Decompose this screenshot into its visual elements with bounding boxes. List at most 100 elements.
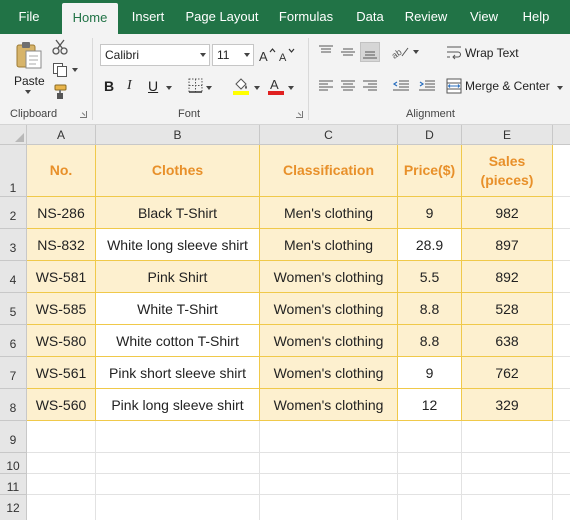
empty-cell[interactable] [27,421,96,453]
font-launcher-icon[interactable] [296,111,303,118]
row-header-4[interactable]: 4 [0,261,27,293]
middle-align-icon[interactable] [340,44,356,60]
empty-cell[interactable] [553,474,570,495]
table-cell[interactable]: 5.5 [398,261,462,293]
empty-cell[interactable] [462,495,553,520]
empty-cell[interactable] [553,293,570,325]
font-color-icon[interactable]: A [268,76,284,96]
row-header-1[interactable]: 1 [0,145,27,197]
empty-cell[interactable] [553,197,570,229]
tab-page-layout[interactable]: Page Layout [180,0,264,34]
table-cell[interactable]: Men's clothing [260,197,398,229]
table-cell[interactable]: Black T-Shirt [96,197,260,229]
table-cell[interactable]: White cotton T-Shirt [96,325,260,357]
empty-cell[interactable] [260,421,398,453]
bold-icon[interactable]: B [104,78,118,94]
table-cell[interactable]: 638 [462,325,553,357]
tab-help[interactable]: Help [514,0,558,34]
header-cell-price[interactable]: Price($) [398,145,462,197]
merge-center-button[interactable]: Merge & Center [465,79,550,93]
empty-cell[interactable] [260,474,398,495]
empty-cell[interactable] [553,325,570,357]
header-cell-classification[interactable]: Classification [260,145,398,197]
table-cell[interactable]: 8.8 [398,293,462,325]
empty-cell[interactable] [553,421,570,453]
table-cell[interactable]: Women's clothing [260,261,398,293]
table-cell[interactable]: Pink long sleeve shirt [96,389,260,421]
column-header-c[interactable]: C [260,125,398,145]
empty-cell[interactable] [553,389,570,421]
font-name-select[interactable]: Calibri [100,44,210,66]
column-header-d[interactable]: D [398,125,462,145]
empty-cell[interactable] [27,495,96,520]
empty-cell[interactable] [27,453,96,474]
tab-insert[interactable]: Insert [124,0,172,34]
tab-data[interactable]: Data [348,0,392,34]
wrap-text-button[interactable]: Wrap Text [465,46,519,60]
table-cell[interactable]: 892 [462,261,553,293]
tab-formulas[interactable]: Formulas [272,0,340,34]
bottom-align-icon[interactable] [360,42,380,62]
row-header-2[interactable]: 2 [0,197,27,229]
header-cell-sales[interactable]: Sales (pieces) [462,145,553,197]
table-cell[interactable]: 9 [398,197,462,229]
empty-cell[interactable] [553,229,570,261]
empty-cell[interactable] [398,453,462,474]
empty-cell[interactable] [96,421,260,453]
empty-cell[interactable] [96,495,260,520]
clipboard-launcher-icon[interactable] [80,111,87,118]
empty-cell[interactable] [553,357,570,389]
table-cell[interactable]: Women's clothing [260,325,398,357]
italic-icon[interactable]: I [127,78,141,94]
underline-icon[interactable]: U [148,78,162,94]
wrap-text-icon[interactable] [446,44,462,60]
table-cell[interactable]: 982 [462,197,553,229]
row-header-3[interactable]: 3 [0,229,27,261]
copy-dropdown-icon[interactable] [72,68,78,72]
table-cell[interactable]: WS-561 [27,357,96,389]
column-header-e[interactable]: E [462,125,553,145]
borders-dropdown-icon[interactable] [206,86,212,90]
table-cell[interactable]: White long sleeve shirt [96,229,260,261]
empty-cell[interactable] [96,453,260,474]
orientation-icon[interactable]: ab [390,44,410,61]
copy-icon[interactable] [52,62,68,78]
tab-view[interactable]: View [462,0,506,34]
empty-cell[interactable] [462,453,553,474]
merge-center-icon[interactable] [446,78,462,94]
fill-color-icon[interactable] [232,76,250,96]
table-cell[interactable]: 762 [462,357,553,389]
table-cell[interactable]: NS-832 [27,229,96,261]
row-header-9[interactable]: 9 [0,421,27,453]
empty-cell[interactable] [553,495,570,520]
empty-cell[interactable] [260,495,398,520]
cut-icon[interactable] [52,39,68,55]
merge-center-dropdown-icon[interactable] [557,86,563,90]
empty-cell[interactable] [27,474,96,495]
empty-cell[interactable] [553,261,570,293]
font-size-select[interactable]: 11 [212,44,254,66]
column-header-a[interactable]: A [27,125,96,145]
empty-cell[interactable] [553,145,570,197]
header-cell-no[interactable]: No. [27,145,96,197]
empty-cell[interactable] [462,474,553,495]
underline-dropdown-icon[interactable] [166,86,172,90]
table-cell[interactable]: Women's clothing [260,357,398,389]
align-left-icon[interactable] [318,78,334,94]
table-cell[interactable]: WS-580 [27,325,96,357]
empty-cell[interactable] [96,474,260,495]
top-align-icon[interactable] [318,44,334,60]
empty-cell[interactable] [260,453,398,474]
table-cell[interactable]: Women's clothing [260,389,398,421]
table-cell[interactable]: WS-585 [27,293,96,325]
table-cell[interactable]: WS-581 [27,261,96,293]
table-cell[interactable]: 329 [462,389,553,421]
empty-cell[interactable] [398,474,462,495]
increase-indent-icon[interactable] [418,78,436,94]
align-right-icon[interactable] [362,78,378,94]
empty-cell[interactable] [398,495,462,520]
tab-file[interactable]: File [8,0,50,34]
row-header-5[interactable]: 5 [0,293,27,325]
tab-home[interactable]: Home [62,3,118,34]
row-header-10[interactable]: 10 [0,453,27,474]
